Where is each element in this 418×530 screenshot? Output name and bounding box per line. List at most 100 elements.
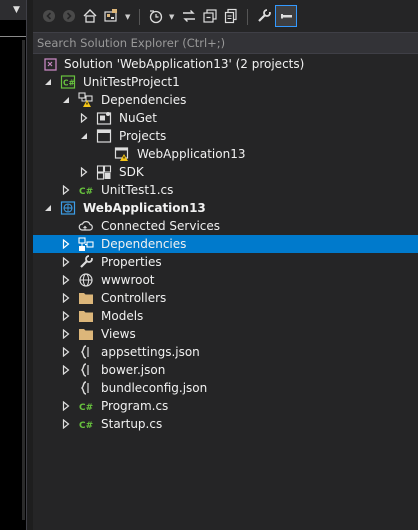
collapsed-arrow-icon[interactable]: [61, 325, 71, 343]
tree-item-nuget[interactable]: NuGet: [33, 109, 418, 127]
csharp-file-icon: C#: [78, 416, 94, 432]
switch-views-dropdown-icon[interactable]: ▼: [125, 13, 130, 21]
tree-item-utp-dependencies[interactable]: Dependencies: [33, 91, 418, 109]
collapsed-arrow-icon[interactable]: [61, 289, 71, 307]
toolbar-separator: [139, 9, 140, 25]
project-reference-warning-icon: [114, 146, 130, 162]
editor-edge: ▼: [0, 0, 27, 530]
editor-scrollbar[interactable]: [22, 40, 25, 520]
solution-icon: [43, 56, 59, 72]
preview-selected-items-button[interactable]: [275, 5, 297, 27]
collapsed-arrow-icon[interactable]: [79, 163, 89, 181]
show-all-files-button[interactable]: [221, 6, 241, 26]
tree-label: Models: [101, 309, 144, 323]
home-button[interactable]: [80, 6, 100, 26]
tree-item-unittest1-cs[interactable]: C# UnitTest1.cs: [33, 181, 418, 199]
tree-item-webapp-reference[interactable]: WebApplication13: [33, 145, 418, 163]
tree-item-views[interactable]: Views: [33, 325, 418, 343]
collapsed-arrow-icon[interactable]: [61, 397, 71, 415]
switch-views-button[interactable]: [101, 6, 121, 26]
tree-label: NuGet: [119, 111, 157, 125]
collapsed-arrow-icon[interactable]: [61, 235, 71, 253]
tree-label: appsettings.json: [101, 345, 200, 359]
globe-icon: [78, 272, 94, 288]
expanded-arrow-icon[interactable]: [43, 199, 53, 217]
json-file-icon: [78, 344, 94, 360]
dependencies-icon: [78, 236, 94, 252]
tree-item-properties[interactable]: Properties: [33, 253, 418, 271]
search-placeholder: Search Solution Explorer (Ctrl+;): [37, 36, 226, 50]
toolbar-separator: [247, 9, 248, 25]
csharp-file-icon: C#: [78, 182, 94, 198]
tree-item-solution[interactable]: Solution 'WebApplication13' (2 projects): [33, 55, 418, 73]
back-button[interactable]: [39, 6, 59, 26]
svg-text:C#: C#: [79, 403, 93, 413]
sync-arrows-icon: [183, 10, 195, 22]
projects-reference-icon: [96, 128, 112, 144]
tree-label: UnitTestProject1: [83, 75, 180, 89]
wrench-icon: [78, 254, 94, 270]
folder-icon: [78, 326, 94, 342]
tree-label: Dependencies: [101, 93, 187, 107]
tree-label: Startup.cs: [101, 417, 163, 431]
tree-item-sdk[interactable]: SDK: [33, 163, 418, 181]
tree-label: Properties: [101, 255, 162, 269]
tree-item-webapp-dependencies[interactable]: Dependencies: [33, 235, 418, 253]
sdk-icon: [96, 164, 112, 180]
expanded-arrow-icon[interactable]: [43, 73, 53, 91]
editor-tab-strip: ▼: [0, 0, 26, 20]
search-solution-explorer-input[interactable]: Search Solution Explorer (Ctrl+;): [33, 32, 418, 54]
tree-item-webapplication13[interactable]: WebApplication13: [33, 199, 418, 217]
collapsed-arrow-icon[interactable]: [61, 181, 71, 199]
divider: [0, 36, 26, 37]
nuget-package-icon: [96, 110, 112, 126]
csharp-file-icon: C#: [78, 398, 94, 414]
collapsed-arrow-icon[interactable]: [61, 343, 71, 361]
folder-icon: [78, 308, 94, 324]
filter-dropdown-icon[interactable]: ▼: [169, 13, 174, 21]
csharp-project-icon: C#: [60, 74, 76, 90]
tree-item-startup-cs[interactable]: C# Startup.cs: [33, 415, 418, 433]
back-arrow-icon: [43, 10, 55, 22]
show-all-files-icon: [224, 8, 237, 24]
tree-label: Views: [101, 327, 136, 341]
tree-item-bower-json[interactable]: bower.json: [33, 361, 418, 379]
expanded-arrow-icon[interactable]: [79, 127, 89, 145]
collapsed-arrow-icon[interactable]: [61, 253, 71, 271]
tree-item-projects[interactable]: Projects: [33, 127, 418, 145]
json-file-icon: [78, 362, 94, 378]
collapsed-arrow-icon[interactable]: [61, 361, 71, 379]
tree-label: Projects: [119, 129, 167, 143]
tree-item-appsettings-json[interactable]: appsettings.json: [33, 343, 418, 361]
collapsed-arrow-icon[interactable]: [61, 307, 71, 325]
dependencies-warning-icon: [78, 92, 94, 108]
tree-item-program-cs[interactable]: C# Program.cs: [33, 397, 418, 415]
tree-item-models[interactable]: Models: [33, 307, 418, 325]
pending-changes-filter-button[interactable]: [146, 6, 166, 26]
switch-views-icon: [104, 9, 117, 22]
svg-text:C#: C#: [79, 187, 93, 197]
tree-label: UnitTest1.cs: [101, 183, 174, 197]
tree-label: Connected Services: [101, 219, 221, 233]
preview-icon: [281, 14, 292, 19]
tree-label: wwwroot: [101, 273, 155, 287]
collapsed-arrow-icon[interactable]: [79, 109, 89, 127]
properties-button[interactable]: [254, 6, 274, 26]
tree-item-connected-services[interactable]: Connected Services: [33, 217, 418, 235]
wrench-icon: [258, 9, 271, 22]
tree-item-wwwroot[interactable]: wwwroot: [33, 271, 418, 289]
collapsed-arrow-icon[interactable]: [61, 415, 71, 433]
tree-item-unittestproject1[interactable]: C# UnitTestProject1: [33, 73, 418, 91]
tree-item-bundleconfig-json[interactable]: bundleconfig.json: [33, 379, 418, 397]
tree-label: Controllers: [101, 291, 167, 305]
tree-label: Dependencies: [101, 237, 187, 251]
folder-icon: [78, 290, 94, 306]
dropdown-arrow-icon[interactable]: ▼: [13, 5, 20, 15]
forward-button[interactable]: [59, 6, 79, 26]
collapse-all-button[interactable]: [200, 6, 220, 26]
tree-item-controllers[interactable]: Controllers: [33, 289, 418, 307]
expanded-arrow-icon[interactable]: [61, 91, 71, 109]
cloud-icon: [78, 218, 94, 234]
sync-with-active-document-button[interactable]: [179, 6, 199, 26]
collapsed-arrow-icon[interactable]: [61, 271, 71, 289]
